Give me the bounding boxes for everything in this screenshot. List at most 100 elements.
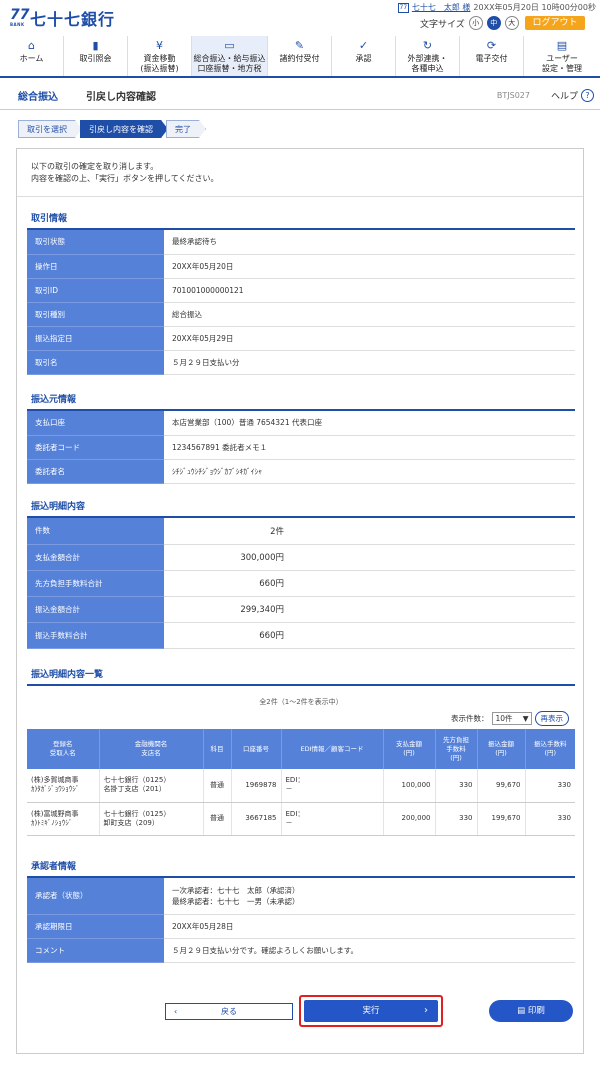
count-label: 表示件数： — [451, 714, 489, 723]
approver-table: 承認者（状態） 一次承認者：七十七 太郎（承認済） 最終承認者：七十七 一男（未承認… — [27, 878, 575, 963]
col-header: 先方負担 手数料 (円) — [435, 729, 478, 769]
table-row: 操作日 20XX年05月20日 — [27, 254, 575, 279]
intro-box: 以下の取引の確定を取り消します。 内容を確認の上、「実行」ボタンを押してください… — [17, 149, 583, 197]
link-icon: ↻ — [422, 39, 433, 52]
table-row: 取引状態 最終承認待ち — [27, 230, 575, 255]
logo-mark: 77 BANK — [10, 7, 30, 27]
execute-button[interactable]: 実行 › — [304, 1000, 438, 1022]
col-header: 科目 — [203, 729, 232, 769]
home-icon: ⌂ — [28, 39, 35, 52]
detail-list-table: 登録名 受取人名 金融機関名 支店名 科目 口座番号 EDI情報／顧客コード 支払金… — [27, 729, 575, 836]
printer-icon: ▤ — [517, 1006, 528, 1016]
transaction-table: 取引状態 最終承認待ち 操作日 20XX年05月20日 取引ID 7010010000… — [27, 230, 575, 375]
approve-icon: ✓ — [358, 39, 369, 52]
section-title: 振込明細内容一覧 — [27, 667, 575, 686]
nav-inquiry[interactable]: ▮ 取引照会 — [64, 36, 128, 76]
font-size-control: 文字サイズ 小 中 大 — [420, 16, 519, 30]
table-row: (株)富城野商事 ｶ)ﾄﾐｷﾞﾉｼｮｳｼﾞ 七十七銀行（0125） 卸町支店（209… — [27, 802, 575, 836]
section-approver: 承認者情報 承認者（状態） 一次承認者：七十七 太郎（承認済） 最終承認者：七十七 … — [27, 859, 575, 963]
step-indicator: 取引を選択 引戻し内容を確認 完了 — [18, 120, 204, 138]
nav-home[interactable]: ⌂ ホーム — [0, 36, 64, 76]
table-row: 取引名 ５月２９日支払い分 — [27, 350, 575, 375]
main-panel: 以下の取引の確定を取り消します。 内容を確認の上、「実行」ボタンを押してください… — [16, 148, 584, 1054]
print-button[interactable]: ▤ 印刷 — [489, 1000, 573, 1022]
detail-table: 件数 2件 支払金額合計 300,000円 先方負担手数料合計 660円 振込金額合計… — [27, 518, 575, 649]
section-list: 振込明細内容一覧 — [27, 667, 575, 686]
section-title: 振込元情報 — [27, 392, 575, 411]
login-time: 20XX年05月20日 10時00分00秒 — [473, 3, 596, 12]
step-confirm: 引戻し内容を確認 — [80, 120, 168, 138]
source-table: 支払口座 本店営業部（100）普通 7654321 代表口座 委託者コード 1234… — [27, 411, 575, 484]
table-row: 承認期限日 20XX年05月28日 — [27, 914, 575, 939]
user-settings-icon: ▤ — [556, 39, 568, 52]
nav-contract[interactable]: ✎ 諸約付受付 — [268, 36, 332, 76]
table-row: 振込指定日 20XX年05月29日 — [27, 326, 575, 351]
user-icon: 77 — [397, 2, 409, 13]
section-source: 振込元情報 支払口座 本店営業部（100）普通 7654321 代表口座 委託者コ… — [27, 392, 575, 484]
nav-fund-transfer[interactable]: ¥ 資金移動 (振込振替) — [128, 36, 192, 76]
nav-external[interactable]: ↻ 外部連携・ 各種申込 — [396, 36, 460, 76]
intro-text: 以下の取引の確定を取り消します。 内容を確認の上、「実行」ボタンを押してください… — [31, 162, 219, 183]
table-row: 振込金額合計 299,340円 — [27, 596, 575, 623]
table-row: コメント ５月２９日支払い分です。確認よろしくお願いします。 — [27, 938, 575, 963]
font-medium-button[interactable]: 中 — [486, 16, 501, 30]
count-select[interactable]: 10件 ▼ — [491, 712, 532, 725]
col-header: 振込金額 (円) — [477, 729, 526, 769]
help-link[interactable]: ヘルプ — [551, 89, 578, 102]
table-row: 取引ID 701001000000121 — [27, 278, 575, 303]
step-complete: 完了 — [166, 120, 206, 138]
font-size-label: 文字サイズ — [420, 19, 465, 30]
table-row: 支払金額合計 300,000円 — [27, 544, 575, 571]
yen-icon: ¥ — [156, 39, 163, 52]
help-icon[interactable]: ? — [581, 89, 594, 102]
table-row: 先方負担手数料合計 660円 — [27, 570, 575, 597]
section-detail: 振込明細内容 件数 2件 支払金額合計 300,000円 先方負担手数料合計 660円… — [27, 499, 575, 649]
col-header: 口座番号 — [231, 729, 282, 769]
table-row: 振込手数料合計 660円 — [27, 622, 575, 649]
font-large-button[interactable]: 大 — [504, 16, 519, 30]
logout-button[interactable]: ログアウト — [525, 16, 585, 30]
screen-code: BTJS027 — [496, 91, 530, 100]
step-select: 取引を選択 — [18, 120, 82, 138]
section-title: 振込明細内容 — [27, 499, 575, 518]
header: 77 BANK 七十七銀行 77 七十七 太郎 様 20XX年05月20日 10時… — [0, 0, 600, 78]
bank-logo[interactable]: 77 BANK 七十七銀行 — [10, 6, 115, 30]
nav-user-settings[interactable]: ▤ ユーザー 設定・管理 — [524, 36, 600, 76]
section-title: 承認者情報 — [27, 859, 575, 878]
col-header: EDI情報／顧客コード — [281, 729, 384, 769]
section-transaction: 取引情報 取引状態 最終承認待ち 操作日 20XX年05月20日 取引ID 70100… — [27, 211, 575, 375]
table-row: (株)多賀城商事 ｶ)ﾀｶﾞｼﾞｮｳｼｮｳｼﾞ 七十七銀行（0125） 名掛丁支店（… — [27, 769, 575, 803]
user-info: 77 七十七 太郎 様 20XX年05月20日 10時00分00秒 — [397, 2, 596, 13]
chevron-down-icon: ▼ — [522, 714, 529, 723]
contract-icon: ✎ — [294, 39, 305, 52]
page-title-bar: 総合振込 引戻し内容確認 BTJS027 ヘルプ ? — [0, 82, 600, 110]
nav-approval[interactable]: ✓ 承認 — [332, 36, 396, 76]
col-header: 金融機関名 支店名 — [99, 729, 204, 769]
col-header: 登録名 受取人名 — [27, 729, 100, 769]
button-row: ‹ 戻る 実行 › ▤ 印刷 — [17, 995, 583, 1027]
logo-text: 七十七銀行 — [30, 10, 116, 29]
font-small-button[interactable]: 小 — [468, 16, 483, 30]
page-title: 引戻し内容確認 — [86, 92, 156, 103]
transfer-icon: ⟳ — [486, 39, 497, 52]
table-row: 支払口座 本店営業部（100）普通 7654321 代表口座 — [27, 411, 575, 436]
table-row: 件数 2件 — [27, 518, 575, 545]
nav-e-delivery[interactable]: ⟳ 電子交付 — [460, 36, 524, 76]
list-count: 全2件（1〜2件を表示中） — [259, 698, 343, 706]
col-header: 振込手数料 (円) — [525, 729, 575, 769]
list-controls: 表示件数： 10件 ▼ 再表示 — [451, 711, 569, 726]
table-header-row: 登録名 受取人名 金融機関名 支店名 科目 口座番号 EDI情報／顧客コード 支払金… — [27, 729, 575, 769]
redisplay-button[interactable]: 再表示 — [534, 711, 569, 726]
nav-bulk-transfer[interactable]: ▭ 総合振込・給与振込 口座振替・地方税 — [192, 36, 268, 76]
detail-list: 登録名 受取人名 金融機関名 支店名 科目 口座番号 EDI情報／顧客コード 支払金… — [27, 729, 575, 836]
back-button[interactable]: ‹ 戻る — [165, 1003, 293, 1020]
section-title: 取引情報 — [27, 211, 575, 230]
col-header: 支払金額 (円) — [383, 729, 436, 769]
page-category: 総合振込 — [18, 92, 58, 103]
document-icon: ▮ — [92, 39, 99, 52]
chevron-right-icon: › — [424, 1005, 428, 1016]
table-row: 委託者名 ｼﾁｼﾞｭｳｼﾁｼﾞｮｳｼﾞｶﾌﾞｼｷｶﾞｲｼｬ — [27, 459, 575, 484]
user-name-link[interactable]: 七十七 太郎 様 — [412, 2, 471, 13]
table-row: 承認者（状態） 一次承認者：七十七 太郎（承認済） 最終承認者：七十七 一男（未承認… — [27, 878, 575, 915]
table-row: 取引種別 総合振込 — [27, 302, 575, 327]
